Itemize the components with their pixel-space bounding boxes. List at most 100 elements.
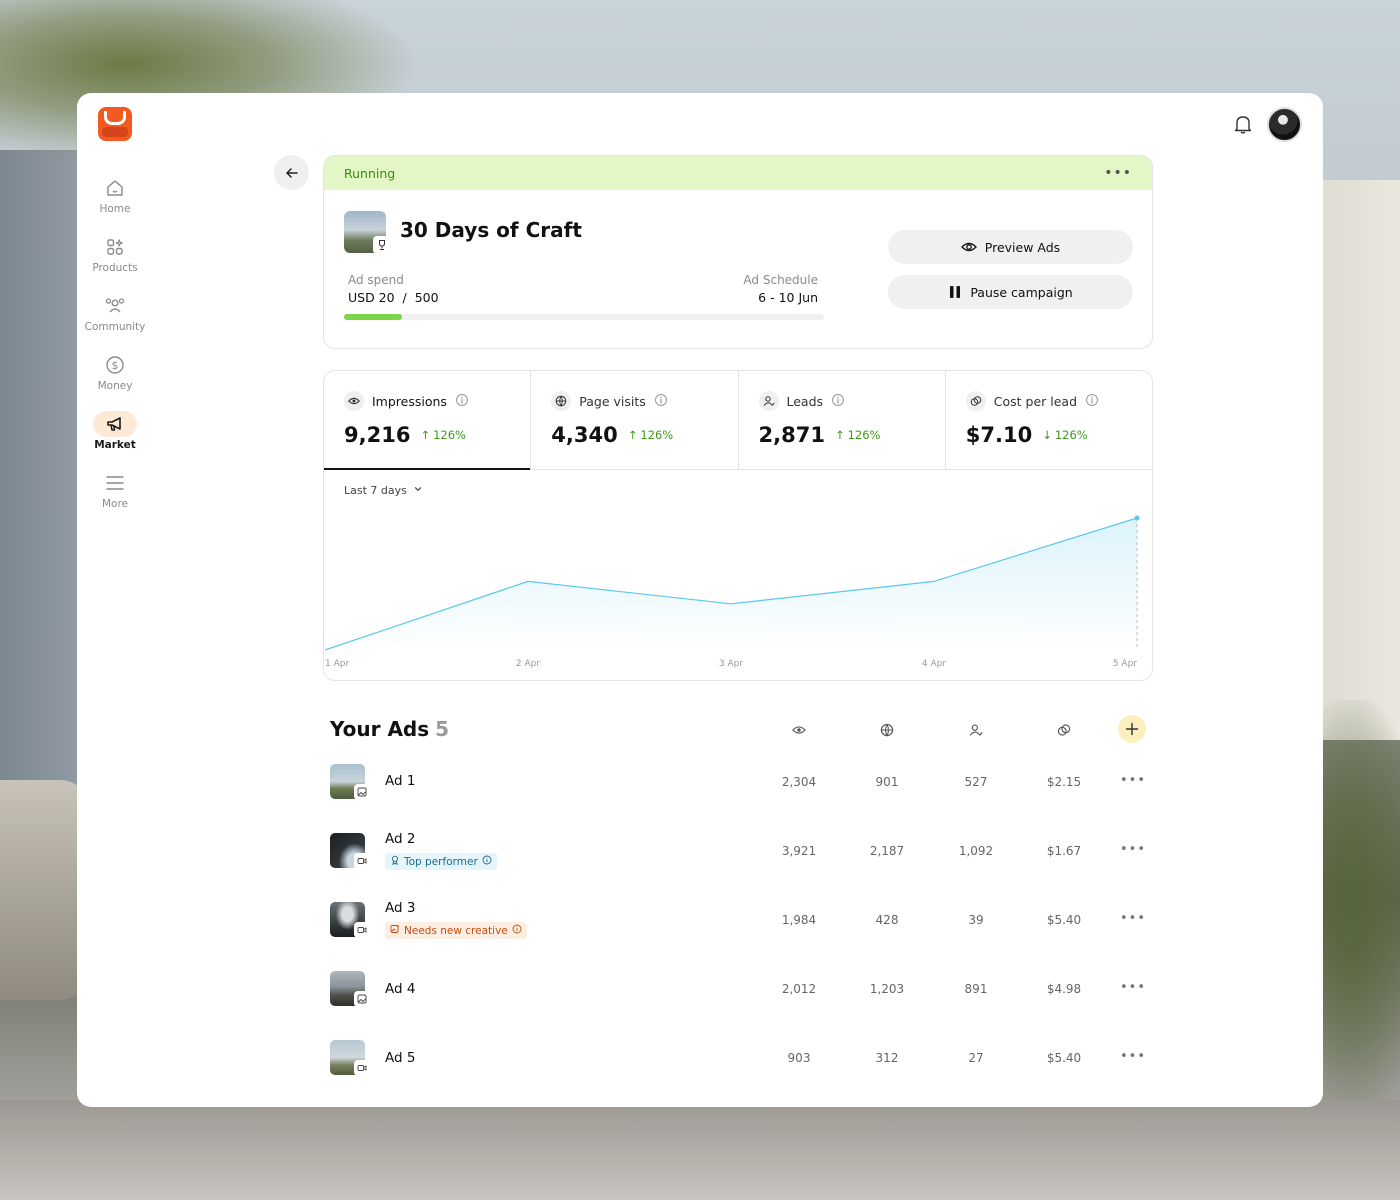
trophy-icon [373,236,391,254]
arrow-up-icon: ↑ [834,428,845,442]
coins-icon[interactable] [1052,719,1076,741]
ads-count: 5 [435,717,450,741]
sidebar-item-products[interactable]: Products [77,234,153,293]
ad-spend-progress-fill [344,314,402,320]
tab-cost-per-lead[interactable]: Cost per lead $7.10 ↓ 126% [946,371,1152,469]
ad-leads: 1,092 [958,844,994,858]
metric-value: 9,216 [344,423,411,447]
sidebar-nav: Home Products Community $ Money Market M… [77,175,153,529]
metric-change-value: 126% [640,428,674,442]
sidebar-item-community[interactable]: Community [77,293,153,352]
metric-label: Cost per lead [993,393,1078,409]
tab-impressions[interactable]: Impressions 9,216 ↑ 126% [324,371,532,470]
ad-name: Ad 5 [385,1050,416,1066]
sidebar-item-label: More [101,498,129,510]
ad-impressions: 1,984 [781,913,817,927]
bell-icon[interactable] [1232,113,1254,135]
sidebar-item-money[interactable]: $ Money [77,352,153,411]
ad-cost-per-lead: $5.40 [1046,913,1082,927]
ads-title-text: Your Ads [330,717,430,741]
user-check-icon[interactable] [964,719,988,741]
metric-change-value: 126% [1054,428,1088,442]
ad-spend-value: USD 20 / 500 [348,290,439,305]
arrow-up-icon: ↑ [627,428,638,442]
ad-spend-progress [344,314,824,320]
preview-ads-label: Preview Ads [984,239,1061,255]
ad-leads: 27 [968,1051,984,1065]
info-icon[interactable] [831,393,845,410]
more-options-icon[interactable]: ••• [1120,980,1146,995]
tab-page-visits[interactable]: Page visits 4,340 ↑ 126% [531,371,739,469]
sidebar-item-home[interactable]: Home [77,175,153,234]
more-options-icon[interactable]: ••• [1104,165,1132,181]
coins-icon [965,391,986,411]
x-tick-label: 5 Apr [1113,659,1137,669]
impressions-chart: 1 Apr 2 Apr 3 Apr 4 Apr 5 Apr [324,515,1140,669]
x-tick-label: 4 Apr [922,659,946,669]
pause-campaign-button[interactable]: Pause campaign [888,275,1133,309]
badge-label: Needs new creative [404,924,508,937]
more-options-icon[interactable]: ••• [1120,842,1146,857]
sidebar-item-label: Community [84,321,146,333]
home-icon [93,175,137,201]
sidebar-item-market[interactable]: Market [77,411,153,470]
ad-page-visits: 901 [875,775,899,789]
ad-name: Ad 2 [385,831,416,847]
info-icon[interactable] [455,393,469,410]
svg-text:$: $ [112,359,119,372]
info-icon[interactable] [654,393,668,410]
sidebar-item-label: Market [94,439,136,451]
ad-cost-per-lead: $1.67 [1046,844,1082,858]
date-range-select[interactable]: Last 7 days [344,484,423,497]
chart-point[interactable] [1134,515,1140,521]
info-icon[interactable] [482,855,492,868]
tab-leads[interactable]: Leads 2,871 ↑ 126% [739,371,946,469]
metric-label: Page visits [579,393,646,409]
metric-change-value: 126% [433,428,466,442]
info-icon[interactable] [512,924,522,937]
ad-row[interactable]: Ad 1 2,304 901 527 $2.15 ••• [330,762,1150,802]
campaign-status: Running [344,165,396,181]
more-options-icon[interactable]: ••• [1120,1049,1146,1064]
award-icon [390,855,400,868]
ad-cost-per-lead: $2.15 [1046,775,1082,789]
status-badge: Needs new creative [385,922,527,939]
metric-value: 4,340 [551,423,618,447]
app-logo[interactable] [98,107,132,141]
logo-base [102,127,128,137]
eye-icon[interactable] [787,719,811,741]
back-button[interactable] [274,155,309,190]
people-icon [93,293,137,319]
metric-tabs: Impressions 9,216 ↑ 126% Page visits 4,34… [324,371,1152,470]
ad-name: Ad 4 [385,981,416,997]
metric-value: $7.10 [965,423,1033,447]
video-icon [354,853,370,869]
ad-leads: 527 [964,775,988,789]
grid-icon [93,234,137,260]
preview-ads-button[interactable]: Preview Ads [888,230,1133,264]
ad-schedule-value: 6 - 10 Jun [758,290,818,305]
info-icon[interactable] [1085,393,1099,410]
arrow-down-icon: ↓ [1042,428,1052,442]
pause-icon [950,286,961,298]
campaign-status-bar: Running ••• [324,156,1152,190]
ad-row[interactable]: Ad 2 Top performer 3,921 2,187 1,092 $1.… [330,831,1150,871]
ad-page-visits: 312 [875,1051,899,1065]
ad-row[interactable]: Ad 5 903 312 27 $5.40 ••• [330,1038,1150,1078]
video-icon [354,1060,370,1076]
ad-row[interactable]: Ad 4 2,012 1,203 891 $4.98 ••• [330,969,1150,1009]
ad-spend-label: Ad spend [348,273,404,287]
eye-icon [344,391,364,411]
sidebar-item-more[interactable]: More [77,470,153,529]
ad-impressions: 3,921 [781,844,817,858]
more-options-icon[interactable]: ••• [1120,773,1146,788]
ad-row[interactable]: Ad 3 Needs new creative 1,984 428 39 $5.… [330,900,1150,940]
metric-change: ↑ 126% [420,428,466,442]
image-edit-icon [390,924,400,937]
globe-cursor-icon[interactable] [875,719,899,741]
add-ad-button[interactable] [1118,715,1146,743]
avatar[interactable] [1267,107,1302,142]
background-floor [0,1100,1400,1200]
metric-label: Leads [786,393,824,409]
more-options-icon[interactable]: ••• [1120,911,1146,926]
